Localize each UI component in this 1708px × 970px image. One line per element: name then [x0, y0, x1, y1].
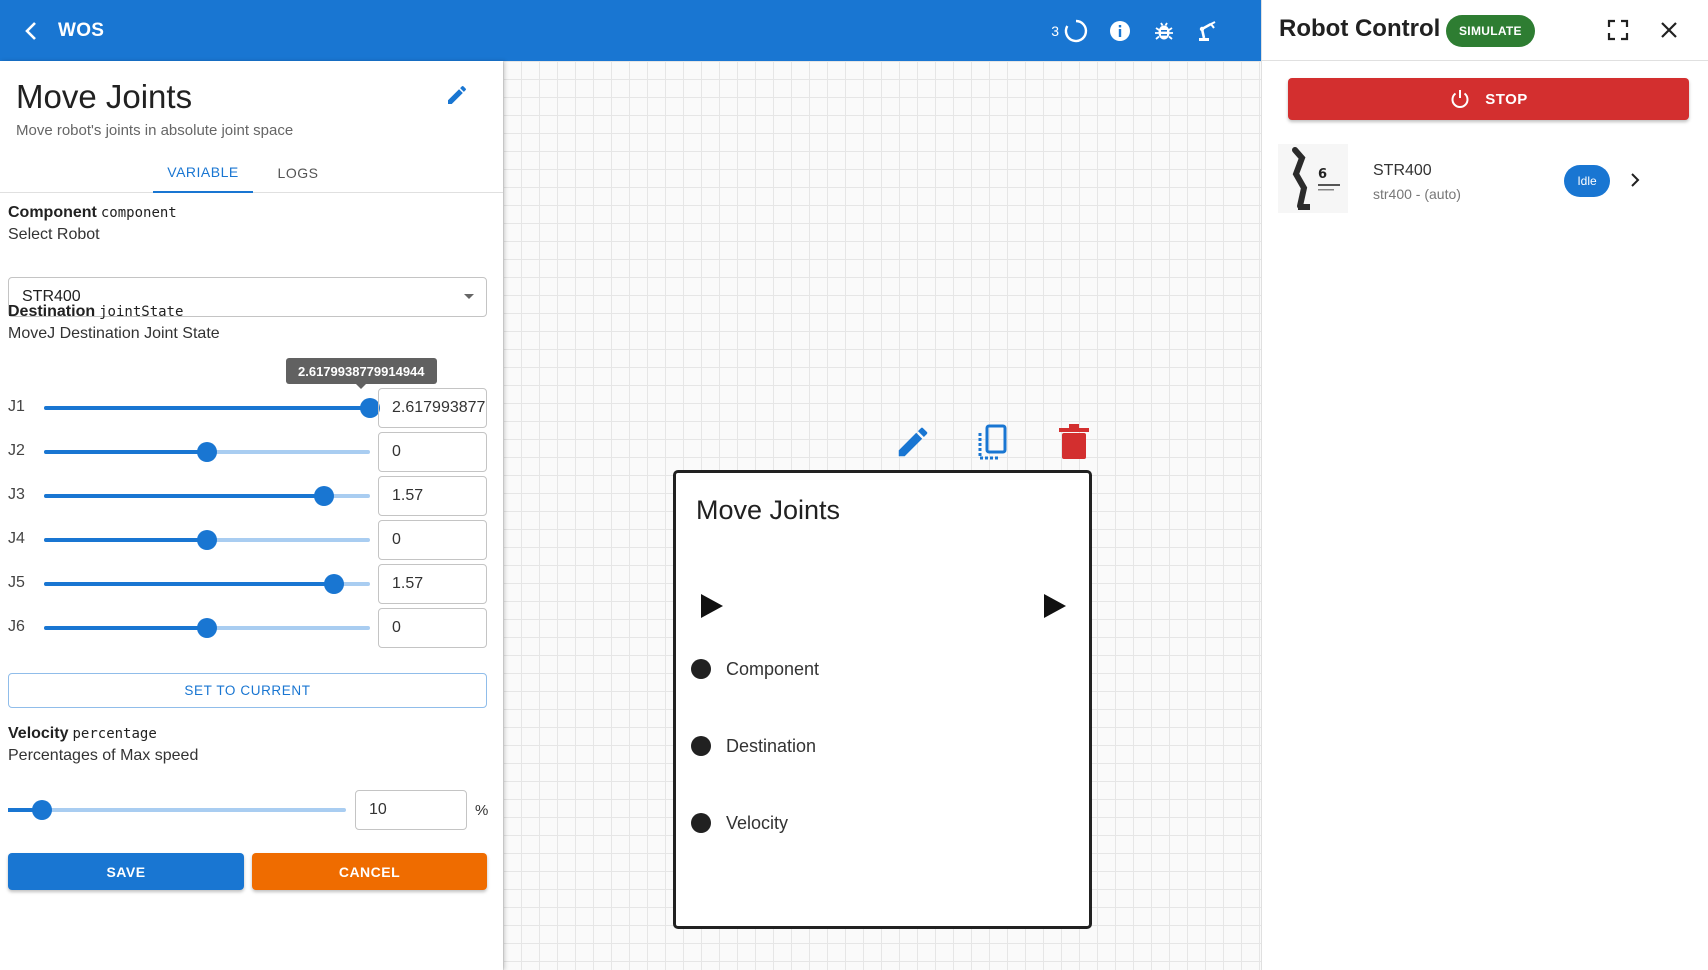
joint-slider[interactable] — [44, 574, 370, 594]
velocity-label: Velocity percentage — [8, 725, 157, 743]
flow-canvas[interactable]: Move Joints Component Destination Veloci… — [503, 61, 1261, 970]
edit-node-pencil-icon[interactable] — [893, 421, 933, 463]
fullscreen-icon[interactable] — [1605, 17, 1631, 43]
component-description: Select Robot — [8, 226, 100, 243]
robot-name: STR400 — [1373, 162, 1432, 179]
velocity-code: percentage — [72, 726, 157, 742]
joint-row-j3: J3 1.57 — [0, 476, 503, 516]
robot-control-panel: Robot Control SIMULATE STOP 6 STR400 str… — [1261, 0, 1708, 970]
back-chevron-icon[interactable] — [18, 18, 44, 44]
velocity-description: Percentages of Max speed — [8, 747, 199, 764]
joint-label: J5 — [8, 574, 25, 591]
destination-label-text: Destination — [8, 303, 96, 320]
loading-spinner-icon — [1063, 18, 1089, 44]
move-joints-node[interactable]: Move Joints Component Destination Veloci… — [673, 470, 1092, 929]
stop-button[interactable]: STOP — [1288, 78, 1689, 120]
editor-title: Move Joints — [16, 78, 193, 115]
port-dot-velocity[interactable] — [691, 813, 711, 833]
robot-control-title: Robot Control — [1279, 15, 1441, 42]
joint-row-j1: J1 2.6179938779914944 — [0, 388, 503, 428]
component-code: component — [100, 205, 177, 221]
robot-list-item[interactable]: 6 STR400 str400 - (auto) Idle — [1278, 137, 1693, 217]
joint-label: J1 — [8, 398, 25, 415]
robot-arm-icon[interactable] — [1195, 18, 1221, 44]
info-icon[interactable] — [1107, 18, 1133, 44]
joint-row-j2: J2 0 — [0, 432, 503, 472]
slider-thumb[interactable] — [197, 618, 217, 638]
joint-value-input[interactable]: 0 — [378, 608, 487, 648]
chevron-right-icon[interactable] — [1626, 171, 1644, 189]
joint-value-input[interactable]: 1.57 — [378, 476, 487, 516]
output-play-icon[interactable] — [1044, 594, 1066, 618]
app-bar: WOS 3 — [0, 0, 1261, 61]
joint-slider[interactable] — [44, 442, 370, 462]
joint-value-input[interactable]: 0 — [378, 520, 487, 560]
cancel-button[interactable]: CANCEL — [252, 853, 487, 890]
joint-value-input[interactable]: 1.57 — [378, 564, 487, 604]
robot-subtitle: str400 - (auto) — [1373, 186, 1461, 202]
joint-label: J6 — [8, 618, 25, 635]
destination-code: jointState — [99, 304, 184, 320]
robot-control-header: Robot Control SIMULATE — [1262, 0, 1708, 61]
bug-icon[interactable] — [1151, 18, 1177, 44]
joint-slider[interactable] — [44, 486, 370, 506]
velocity-label-text: Velocity — [8, 725, 69, 742]
slider-value-tooltip: 2.6179938779914944 — [286, 358, 437, 389]
svg-text:6: 6 — [1318, 167, 1327, 182]
slider-thumb[interactable] — [197, 442, 217, 462]
editor-header: Move Joints Move robot's joints in absol… — [16, 78, 293, 139]
joint-label: J2 — [8, 442, 25, 459]
joint-slider[interactable] — [44, 530, 370, 550]
node-title: Move Joints — [696, 495, 841, 525]
joint-row-j5: J5 1.57 — [0, 564, 503, 604]
stop-label: STOP — [1485, 90, 1528, 108]
task-indicator[interactable]: 3 — [1051, 18, 1089, 44]
editor-tabs: VARIABLE LOGS — [0, 153, 503, 193]
tab-logs[interactable]: LOGS — [253, 153, 343, 193]
slider-thumb[interactable] — [314, 486, 335, 506]
input-play-icon[interactable] — [701, 594, 723, 618]
port-label-velocity: Velocity — [726, 813, 789, 833]
copy-icon[interactable] — [973, 421, 1013, 463]
port-dot-destination[interactable] — [691, 736, 711, 756]
tab-variable[interactable]: VARIABLE — [153, 153, 253, 193]
power-icon — [1449, 88, 1471, 110]
set-to-current-button[interactable]: SET TO CURRENT — [8, 673, 487, 708]
trash-icon[interactable] — [1054, 421, 1094, 463]
pencil-icon[interactable] — [445, 83, 473, 111]
velocity-slider[interactable] — [8, 800, 346, 820]
save-button[interactable]: SAVE — [8, 853, 244, 890]
slider-thumb[interactable] — [324, 574, 345, 594]
editor-subtitle: Move robot's joints in absolute joint sp… — [16, 122, 294, 139]
destination-description: MoveJ Destination Joint State — [8, 325, 220, 342]
joint-label: J4 — [8, 530, 25, 547]
slider-thumb[interactable] — [197, 530, 217, 550]
velocity-input[interactable]: 10 — [355, 790, 467, 830]
joint-row-j6: J6 0 — [0, 608, 503, 648]
port-label-component: Component — [726, 659, 820, 679]
component-label: Component component — [8, 204, 177, 222]
joint-slider[interactable] — [44, 618, 370, 638]
joint-row-j4: J4 0 — [0, 520, 503, 560]
caret-down-icon — [464, 294, 474, 299]
component-label-text: Component — [8, 204, 97, 221]
robot-thumbnail: 6 — [1278, 144, 1348, 213]
joint-label: J3 — [8, 486, 25, 503]
port-dot-component[interactable] — [691, 659, 711, 679]
app-bar-actions: 3 — [1051, 0, 1221, 61]
app-title: WOS — [58, 19, 105, 41]
close-icon[interactable] — [1656, 17, 1682, 43]
destination-label: Destination jointState — [8, 303, 183, 321]
status-badge: Idle — [1564, 165, 1610, 197]
joint-value-input[interactable]: 2.6179938779914944 — [378, 388, 487, 428]
joint-slider[interactable] — [44, 398, 380, 418]
simulate-badge[interactable]: SIMULATE — [1446, 15, 1535, 47]
node-editor-panel: Move Joints Move robot's joints in absol… — [0, 61, 503, 970]
slider-thumb[interactable] — [31, 800, 52, 820]
port-label-destination: Destination — [726, 736, 817, 756]
task-count: 3 — [1051, 22, 1059, 39]
joint-value-input[interactable]: 0 — [378, 432, 487, 472]
velocity-unit: % — [475, 802, 489, 819]
slider-thumb[interactable] — [360, 398, 380, 418]
